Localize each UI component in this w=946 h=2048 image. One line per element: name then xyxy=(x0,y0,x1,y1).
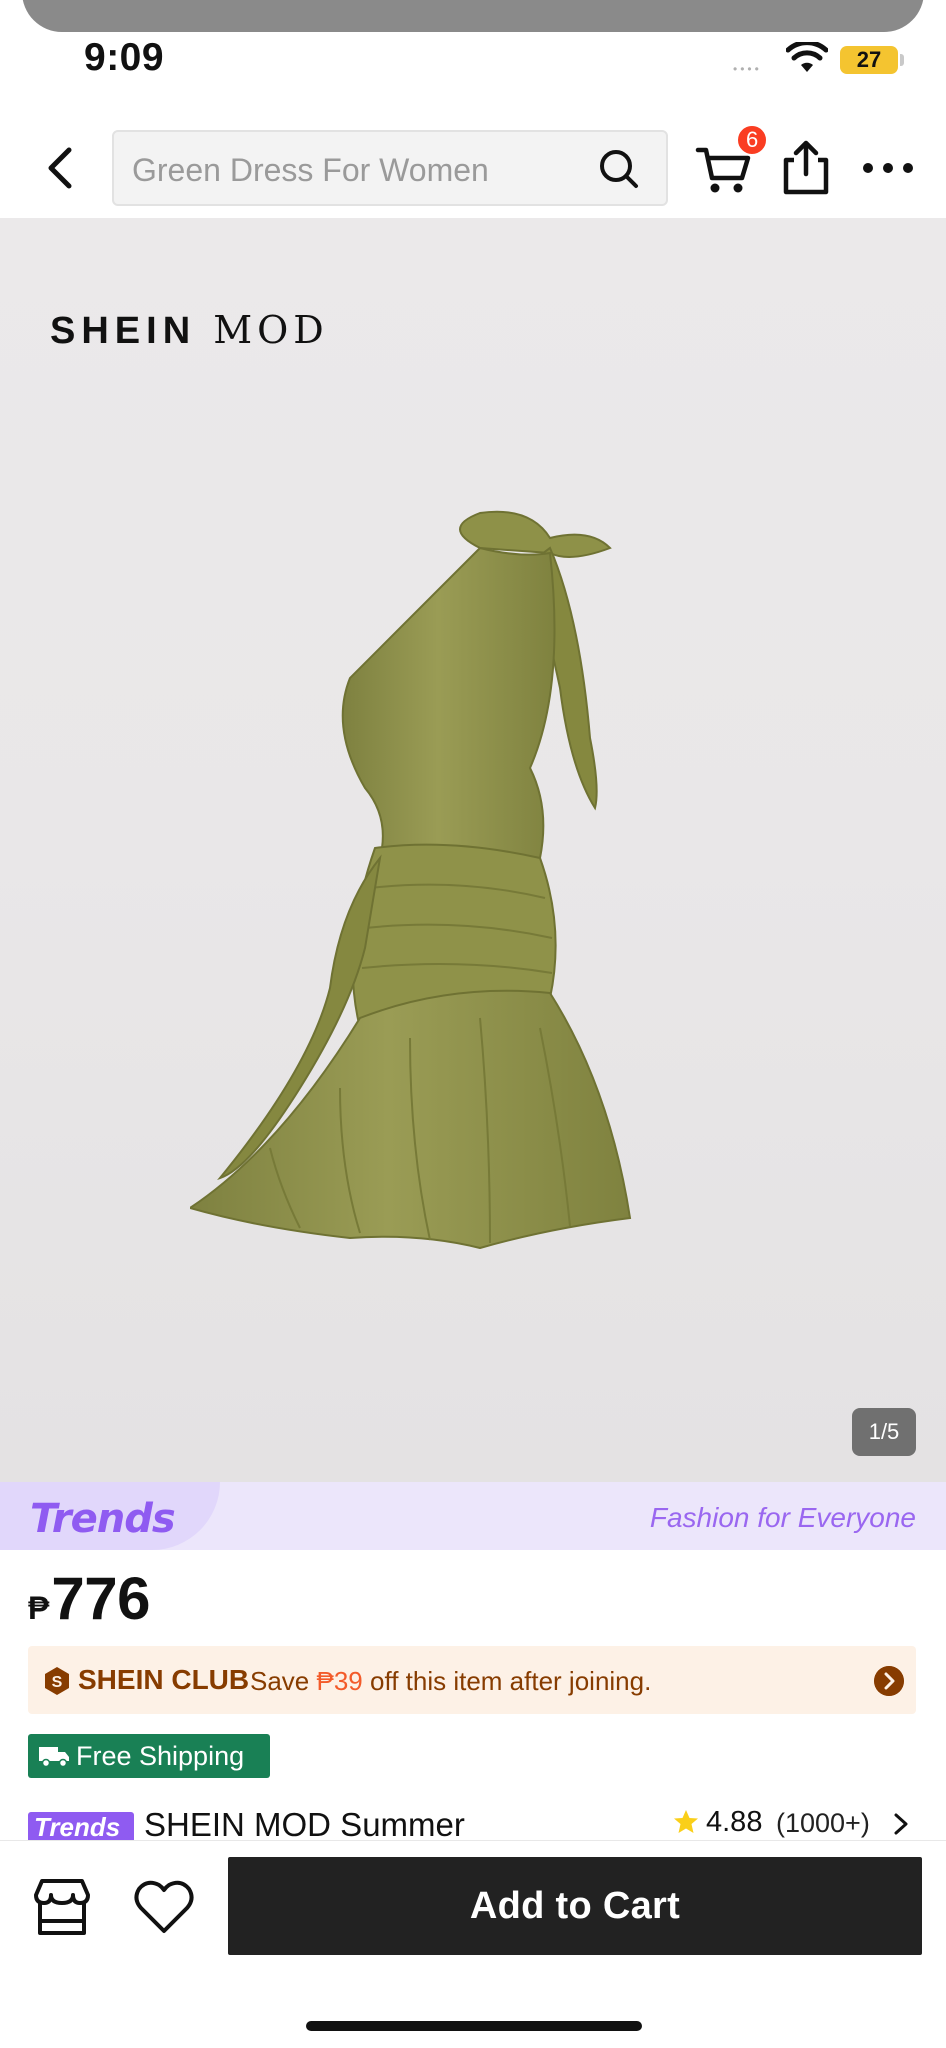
free-shipping-label: Free Shipping xyxy=(76,1740,245,1771)
back-button[interactable] xyxy=(34,140,86,196)
product-title-row[interactable]: Trends SHEIN MOD Summer 4.88 (1000+) xyxy=(0,1792,946,1840)
svg-text:S: S xyxy=(52,1674,63,1691)
brand-logo-shein: SHEIN xyxy=(50,310,197,352)
club-badge-icon: S xyxy=(45,1667,69,1695)
product-title: SHEIN MOD Summer xyxy=(144,1806,465,1840)
search-icon[interactable] xyxy=(598,148,640,190)
brand-logo: SHEIN MOD xyxy=(50,308,329,353)
price-value: 776 xyxy=(51,1565,150,1632)
product-dress-image xyxy=(190,510,632,1250)
heart-icon[interactable] xyxy=(132,1875,196,1939)
club-saving: ₱39 xyxy=(316,1666,363,1696)
add-to-cart-button[interactable]: Add to Cart xyxy=(228,1857,922,1955)
club-text-after: off this item after joining. xyxy=(370,1666,652,1696)
battery-icon: 27 xyxy=(840,46,898,74)
shein-club-promo[interactable]: S SHEIN CLUB Save ₱39 off this item afte… xyxy=(28,1646,916,1714)
trends-logo: Trends xyxy=(30,1496,176,1542)
price: ₱ 776 xyxy=(28,1564,150,1634)
search-input[interactable]: Green Dress For Women xyxy=(112,130,668,206)
cart-count-badge: 6 xyxy=(736,124,769,156)
truck-icon xyxy=(39,1747,69,1768)
review-count: (1000+) xyxy=(776,1808,870,1838)
status-time: 9:09 xyxy=(84,36,165,79)
chevron-right-circle-icon[interactable] xyxy=(874,1666,904,1696)
bottom-action-bar: Add to Cart xyxy=(0,1840,946,2048)
club-text-before: Save xyxy=(250,1666,310,1696)
brand-logo-mod: MOD xyxy=(213,308,329,352)
club-title: SHEIN CLUB xyxy=(78,1664,250,1695)
top-navigation: Green Dress For Women 6 xyxy=(0,118,946,218)
club-text: Save ₱39 off this item after joining. xyxy=(250,1666,651,1697)
search-placeholder: Green Dress For Women xyxy=(132,152,489,188)
home-indicator[interactable] xyxy=(306,2021,642,2031)
cellular-signal-icon: •••• xyxy=(733,62,762,76)
trends-tagline: Fashion for Everyone xyxy=(649,1502,916,1533)
product-image-gallery[interactable]: SHEIN MOD 1/5 xyxy=(0,218,946,1482)
chevron-right-icon[interactable] xyxy=(892,1812,910,1836)
trends-tag: Trends xyxy=(28,1812,134,1840)
status-bar: 9:09 •••• 27 xyxy=(0,0,946,100)
price-currency: ₱ xyxy=(28,1590,50,1626)
free-shipping-badge: Free Shipping xyxy=(28,1734,270,1778)
image-counter: 1/5 xyxy=(852,1408,916,1456)
trends-banner[interactable]: Trends Fashion for Everyone xyxy=(0,1482,946,1550)
store-icon[interactable] xyxy=(30,1875,94,1939)
more-options-icon[interactable] xyxy=(858,142,918,194)
share-icon[interactable] xyxy=(776,138,836,198)
chevron-left-icon xyxy=(48,147,72,189)
battery-tip xyxy=(900,54,904,66)
rating-value: 4.88 xyxy=(706,1806,763,1838)
star-icon xyxy=(674,1810,698,1833)
wifi-icon xyxy=(786,42,828,72)
